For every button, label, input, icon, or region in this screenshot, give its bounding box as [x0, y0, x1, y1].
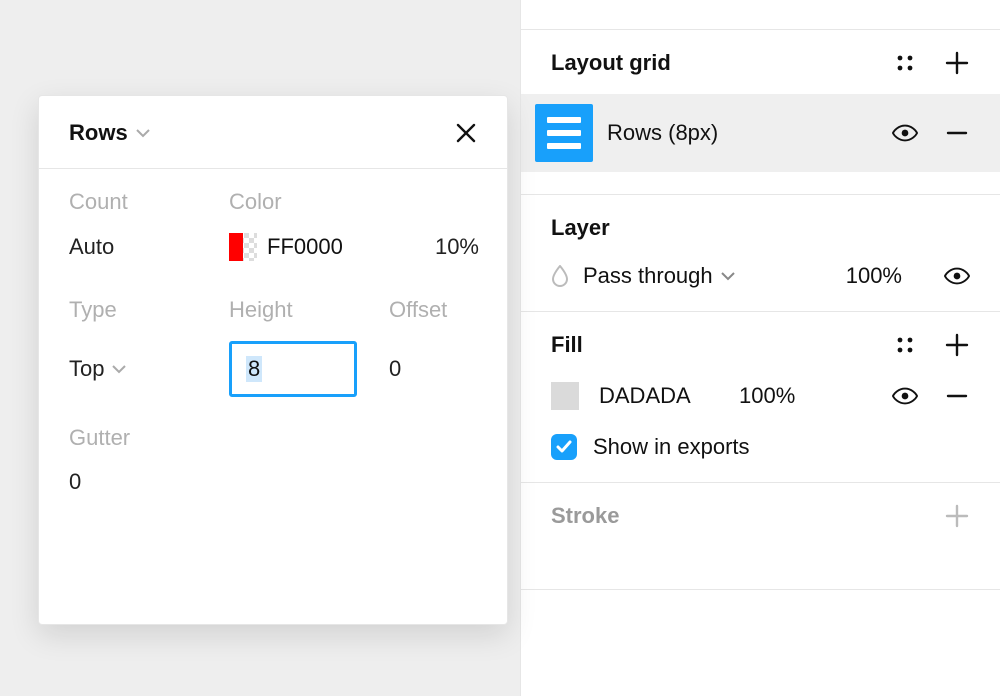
layout-grid-popover: Rows Count Color Auto FF0000 10%	[38, 95, 508, 625]
layout-grid-visibility-icon[interactable]	[892, 120, 918, 146]
add-stroke-icon[interactable]	[944, 503, 970, 529]
grid-color-opacity[interactable]: 10%	[389, 234, 479, 260]
type-label: Type	[69, 297, 229, 323]
section-stroke: Stroke	[521, 483, 1000, 590]
remove-layout-grid-icon[interactable]	[944, 120, 970, 146]
layer-opacity-value[interactable]: 100%	[846, 263, 902, 289]
inspector-panel: Layout grid Rows (8px)	[520, 0, 1000, 696]
add-fill-icon[interactable]	[944, 332, 970, 358]
popover-title: Rows	[69, 120, 128, 146]
chevron-down-icon	[136, 128, 150, 138]
remove-fill-icon[interactable]	[944, 383, 970, 409]
height-input[interactable]: 8	[229, 341, 357, 397]
layout-grid-title: Layout grid	[551, 50, 671, 76]
color-label: Color	[229, 189, 389, 215]
grid-color-hex[interactable]: FF0000	[267, 234, 343, 260]
count-value[interactable]: Auto	[69, 234, 229, 260]
grid-type-dropdown[interactable]: Rows	[69, 120, 150, 146]
blend-mode-value: Pass through	[583, 263, 713, 289]
layout-grid-row-label: Rows (8px)	[607, 120, 878, 146]
show-in-exports-row: Show in exports	[551, 434, 970, 460]
section-fill: Fill DADADA 100%	[521, 312, 1000, 483]
canvas-area: Layout grid Rows (8px)	[0, 0, 1000, 696]
stroke-title: Stroke	[551, 503, 619, 529]
grid-color-swatch[interactable]	[229, 233, 257, 261]
blend-mode-dropdown[interactable]: Pass through	[583, 263, 735, 289]
chevron-down-icon	[721, 271, 735, 281]
layout-grid-header-actions	[892, 50, 970, 76]
gutter-value[interactable]: 0	[69, 469, 477, 495]
section-header: Layout grid	[551, 50, 970, 76]
add-layout-grid-icon[interactable]	[944, 50, 970, 76]
fill-hex-value[interactable]: DADADA	[599, 383, 719, 409]
fill-color-swatch[interactable]	[551, 382, 579, 410]
layer-title: Layer	[551, 215, 610, 241]
fill-visibility-icon[interactable]	[892, 383, 918, 409]
fill-title: Fill	[551, 332, 583, 358]
height-label: Height	[229, 297, 389, 323]
type-dropdown[interactable]: Top	[69, 356, 229, 382]
type-value: Top	[69, 356, 104, 382]
section-layer: Layer Pass through 100%	[521, 195, 1000, 312]
close-popover-button[interactable]	[453, 120, 479, 146]
count-label: Count	[69, 189, 229, 215]
height-value: 8	[246, 356, 262, 382]
section-layout-grid: Layout grid Rows (8px)	[521, 30, 1000, 195]
chevron-down-icon	[112, 364, 126, 374]
offset-label: Offset	[389, 297, 479, 323]
rows-grid-icon	[535, 104, 593, 162]
layout-grid-styles-icon[interactable]	[892, 50, 918, 76]
blend-mode-icon	[551, 265, 569, 287]
layer-visibility-icon[interactable]	[944, 263, 970, 289]
fill-styles-icon[interactable]	[892, 332, 918, 358]
show-in-exports-label: Show in exports	[593, 434, 750, 460]
gutter-label: Gutter	[69, 425, 477, 451]
layout-grid-row[interactable]: Rows (8px)	[521, 94, 1000, 172]
fill-opacity-value[interactable]: 100%	[739, 383, 795, 409]
offset-value[interactable]: 0	[389, 356, 479, 382]
fill-row: DADADA 100%	[551, 382, 970, 410]
inspector-top-spacer	[521, 0, 1000, 30]
show-in-exports-checkbox[interactable]	[551, 434, 577, 460]
